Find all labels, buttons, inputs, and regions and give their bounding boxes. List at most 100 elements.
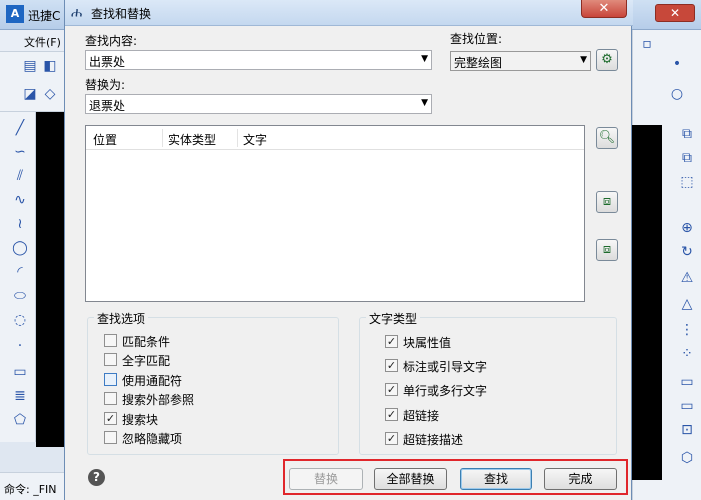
binoculars-icon: ሐ	[71, 5, 83, 21]
column-location[interactable]: 位置	[93, 131, 117, 148]
replace-button[interactable]: 替换	[289, 468, 363, 490]
copy-icon[interactable]: ⧉	[679, 126, 695, 142]
menu-file[interactable]: 文件(F)	[24, 34, 61, 50]
chevron-down-icon[interactable]: ▼	[421, 54, 428, 64]
checkbox-checked[interactable]: ✓	[104, 412, 117, 425]
find-replace-dialog: ሐ 查找和替换 ✕ 查找内容: 出票处 ▼ 替换为: 退票处 ▼ 查找位置: 完…	[64, 0, 633, 500]
circle-tool-icon[interactable]: ◯	[12, 240, 28, 256]
option-label: 超链接	[403, 409, 440, 423]
command-text: 命令: _FIN	[4, 483, 57, 496]
stretch-icon[interactable]: △	[679, 296, 695, 312]
checkbox[interactable]	[104, 431, 117, 444]
point-marker-icon[interactable]: •	[669, 56, 685, 72]
results-list[interactable]: 位置 实体类型 文字	[85, 125, 585, 302]
arc-tool-icon[interactable]: ◜	[12, 264, 28, 280]
ellipse-tool-icon[interactable]: ⬭	[12, 288, 28, 304]
checkbox-checked[interactable]: ✓	[385, 383, 398, 396]
help-icon[interactable]: ?	[88, 469, 105, 486]
dialog-title: 查找和替换	[91, 7, 152, 21]
chamfer-icon[interactable]: ▭	[679, 398, 695, 414]
explode-icon[interactable]: ⬡	[679, 450, 695, 466]
app-toolbar: ▤ ◧ ◪ ◇	[0, 52, 64, 112]
checkbox-checked[interactable]: ✓	[385, 432, 398, 445]
extend-icon[interactable]: ⁘	[679, 346, 695, 362]
column-divider[interactable]	[162, 129, 163, 147]
rotate-icon[interactable]: ↻	[679, 244, 695, 260]
offset-icon[interactable]: ⬚	[679, 174, 695, 190]
column-divider[interactable]	[237, 129, 238, 147]
option-label: 匹配条件	[122, 335, 171, 349]
option-label: 全字匹配	[122, 354, 171, 368]
select-all-button[interactable]: ⧈	[596, 239, 618, 261]
dialog-close-button[interactable]: ✕	[581, 0, 627, 18]
chevron-down-icon[interactable]: ▼	[421, 98, 428, 108]
create-selection-button[interactable]: ⧈	[596, 191, 618, 213]
fillet-icon[interactable]: ⊡	[679, 422, 695, 438]
scale-icon[interactable]: ⚠	[679, 270, 695, 286]
results-header: 位置 实体类型 文字	[86, 126, 584, 150]
drawing-canvas-right[interactable]	[632, 125, 662, 480]
sketch-tool-icon[interactable]: ≀	[12, 216, 28, 232]
option-label: 使用通配符	[122, 374, 183, 388]
break-icon[interactable]: ▭	[679, 374, 695, 390]
open-file-icon[interactable]: ◧	[42, 58, 58, 74]
replace-all-button[interactable]: 全部替换	[374, 468, 447, 490]
checkbox[interactable]	[104, 334, 117, 347]
search-location-select[interactable]: 完整绘图 ▼	[450, 51, 591, 71]
app-logo-icon: A	[6, 5, 24, 23]
magnifier-icon: 🔍︎	[598, 130, 616, 145]
checkbox[interactable]	[104, 373, 117, 386]
checkbox[interactable]	[104, 392, 117, 405]
text-types-group: 文字类型 ✓ 块属性值 ✓ 标注或引导文字 ✓ 单行或多行文字 ✓ 超链接 ✓ …	[359, 310, 617, 455]
column-entity-type[interactable]: 实体类型	[168, 131, 216, 148]
drawing-canvas-left[interactable]	[36, 112, 64, 447]
trim-icon[interactable]: ⋮	[679, 322, 695, 338]
find-options-title: 查找选项	[94, 310, 149, 327]
chevron-down-icon[interactable]: ▼	[580, 55, 587, 65]
polygon-tool-icon[interactable]: ⬠	[12, 412, 28, 428]
select-all-icon: ⧈	[602, 242, 612, 257]
replace-value: 退票处	[89, 99, 126, 113]
checkbox-checked[interactable]: ✓	[385, 335, 398, 348]
find-value: 出票处	[89, 55, 126, 69]
checkbox-checked[interactable]: ✓	[385, 408, 398, 421]
line-tool-icon[interactable]: ╱	[12, 120, 28, 136]
option-label: 超链接描述	[403, 433, 464, 447]
dialog-title-bar: ሐ 查找和替换 ✕	[65, 0, 633, 26]
option-label: 忽略隐藏项	[122, 432, 183, 446]
find-button[interactable]: 查找	[460, 468, 532, 490]
search-location-label: 查找位置:	[450, 32, 503, 46]
replace-combobox[interactable]: 退票处 ▼	[85, 94, 432, 114]
option-label: 块属性值	[403, 336, 452, 350]
hatch-tool-icon[interactable]: ≣	[12, 388, 28, 404]
draw-toolbar: ╱ ∽ ⫽ ∿ ≀ ◯ ◜ ⬭ ◌ · ▭ ≣ ⬠	[0, 112, 36, 442]
checkbox-checked[interactable]: ✓	[385, 359, 398, 372]
move-icon[interactable]: ⊕	[679, 220, 695, 236]
mirror-icon[interactable]: ⧉	[679, 150, 695, 166]
new-file-icon[interactable]: ▤	[22, 58, 38, 74]
find-label: 查找内容:	[85, 34, 138, 48]
replace-label: 替换为:	[85, 78, 126, 92]
polyline-tool-icon[interactable]: ∽	[12, 144, 28, 160]
find-options-group: 查找选项 匹配条件 全字匹配 使用通配符 搜索外部参照 ✓ 搜索块 忽略隐藏项	[87, 310, 339, 455]
multiline-tool-icon[interactable]: ⫽	[12, 168, 28, 184]
app-close-button[interactable]: ✕	[655, 4, 695, 22]
app-name: 迅捷C	[28, 9, 61, 23]
zoom-to-button[interactable]: 🔍︎	[596, 127, 618, 149]
select-objects-icon: ⚙	[601, 52, 613, 67]
ellipse-arc-tool-icon[interactable]: ◌	[12, 312, 28, 328]
checkbox[interactable]	[104, 353, 117, 366]
point-tool-icon[interactable]: ·	[12, 338, 28, 354]
command-line[interactable]: 命令: _FIN	[0, 472, 64, 500]
find-combobox[interactable]: 出票处 ▼	[85, 50, 432, 70]
layer-tool-icon[interactable]: ◇	[42, 86, 58, 102]
layers-icon[interactable]: ◪	[22, 86, 38, 102]
toolbar-icon[interactable]: ▫	[639, 36, 655, 52]
circle-outline-icon[interactable]: ○	[669, 86, 685, 102]
select-objects-button[interactable]: ⚙	[596, 49, 618, 71]
done-button[interactable]: 完成	[544, 468, 617, 490]
search-location-value: 完整绘图	[454, 56, 503, 70]
rectangle-tool-icon[interactable]: ▭	[12, 364, 28, 380]
column-text[interactable]: 文字	[243, 131, 267, 148]
spline-tool-icon[interactable]: ∿	[12, 192, 28, 208]
